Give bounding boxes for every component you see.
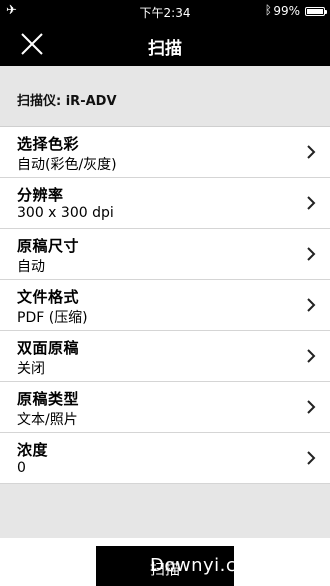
screen: ✈ 下午2:34 ᛒ 99% 扫描 扫描仪: iR-ADV 选择色彩 自动(彩色… bbox=[0, 0, 330, 586]
chevron-right-icon bbox=[307, 247, 316, 261]
setting-value: 300 x 300 dpi bbox=[17, 205, 114, 221]
chevron-right-icon bbox=[307, 298, 316, 312]
battery-fill bbox=[307, 9, 323, 14]
setting-row-original-type[interactable]: 原稿类型 文本/照片 bbox=[0, 382, 330, 433]
setting-value: PDF (压缩) bbox=[17, 310, 88, 326]
setting-value: 自动(彩色/灰度) bbox=[17, 157, 117, 173]
setting-label: 分辨率 bbox=[17, 186, 64, 204]
chevron-right-icon bbox=[307, 451, 316, 465]
setting-value: 0 bbox=[17, 460, 26, 476]
battery-icon bbox=[305, 7, 327, 16]
setting-row-duplex[interactable]: 双面原稿 关闭 bbox=[0, 331, 330, 382]
nav-bar: 扫描 bbox=[0, 24, 330, 66]
watermark: Downyi.com bbox=[150, 555, 266, 576]
chevron-right-icon bbox=[307, 196, 316, 210]
setting-label: 双面原稿 bbox=[17, 339, 80, 357]
chevron-right-icon bbox=[307, 400, 316, 414]
setting-label: 选择色彩 bbox=[17, 135, 80, 153]
setting-value: 关闭 bbox=[17, 361, 45, 377]
page-title: 扫描 bbox=[148, 39, 182, 59]
chevron-right-icon bbox=[307, 349, 316, 363]
setting-label: 浓度 bbox=[17, 441, 49, 459]
scanner-label: 扫描仪: iR-ADV bbox=[17, 94, 117, 109]
setting-label: 原稿类型 bbox=[17, 390, 80, 408]
top-bar: ✈ 下午2:34 ᛒ 99% 扫描 bbox=[0, 0, 330, 66]
chevron-right-icon bbox=[307, 145, 316, 159]
setting-label: 原稿尺寸 bbox=[17, 237, 80, 255]
setting-label: 文件格式 bbox=[17, 288, 80, 306]
setting-value: 自动 bbox=[17, 259, 45, 275]
setting-row-density[interactable]: 浓度 0 bbox=[0, 433, 330, 484]
status-bar: ✈ 下午2:34 ᛒ 99% bbox=[0, 0, 330, 24]
settings-list: 选择色彩 自动(彩色/灰度) 分辨率 300 x 300 dpi 原稿尺寸 自动… bbox=[0, 126, 330, 484]
scanner-header: 扫描仪: iR-ADV bbox=[0, 66, 330, 126]
battery-percentage: 99% bbox=[273, 4, 300, 18]
setting-value: 文本/照片 bbox=[17, 412, 78, 428]
bluetooth-icon: ᛒ bbox=[264, 3, 272, 17]
setting-row-resolution[interactable]: 分辨率 300 x 300 dpi bbox=[0, 178, 330, 229]
setting-row-original-size[interactable]: 原稿尺寸 自动 bbox=[0, 229, 330, 280]
setting-row-file-format[interactable]: 文件格式 PDF (压缩) bbox=[0, 280, 330, 331]
setting-row-color[interactable]: 选择色彩 自动(彩色/灰度) bbox=[0, 127, 330, 178]
